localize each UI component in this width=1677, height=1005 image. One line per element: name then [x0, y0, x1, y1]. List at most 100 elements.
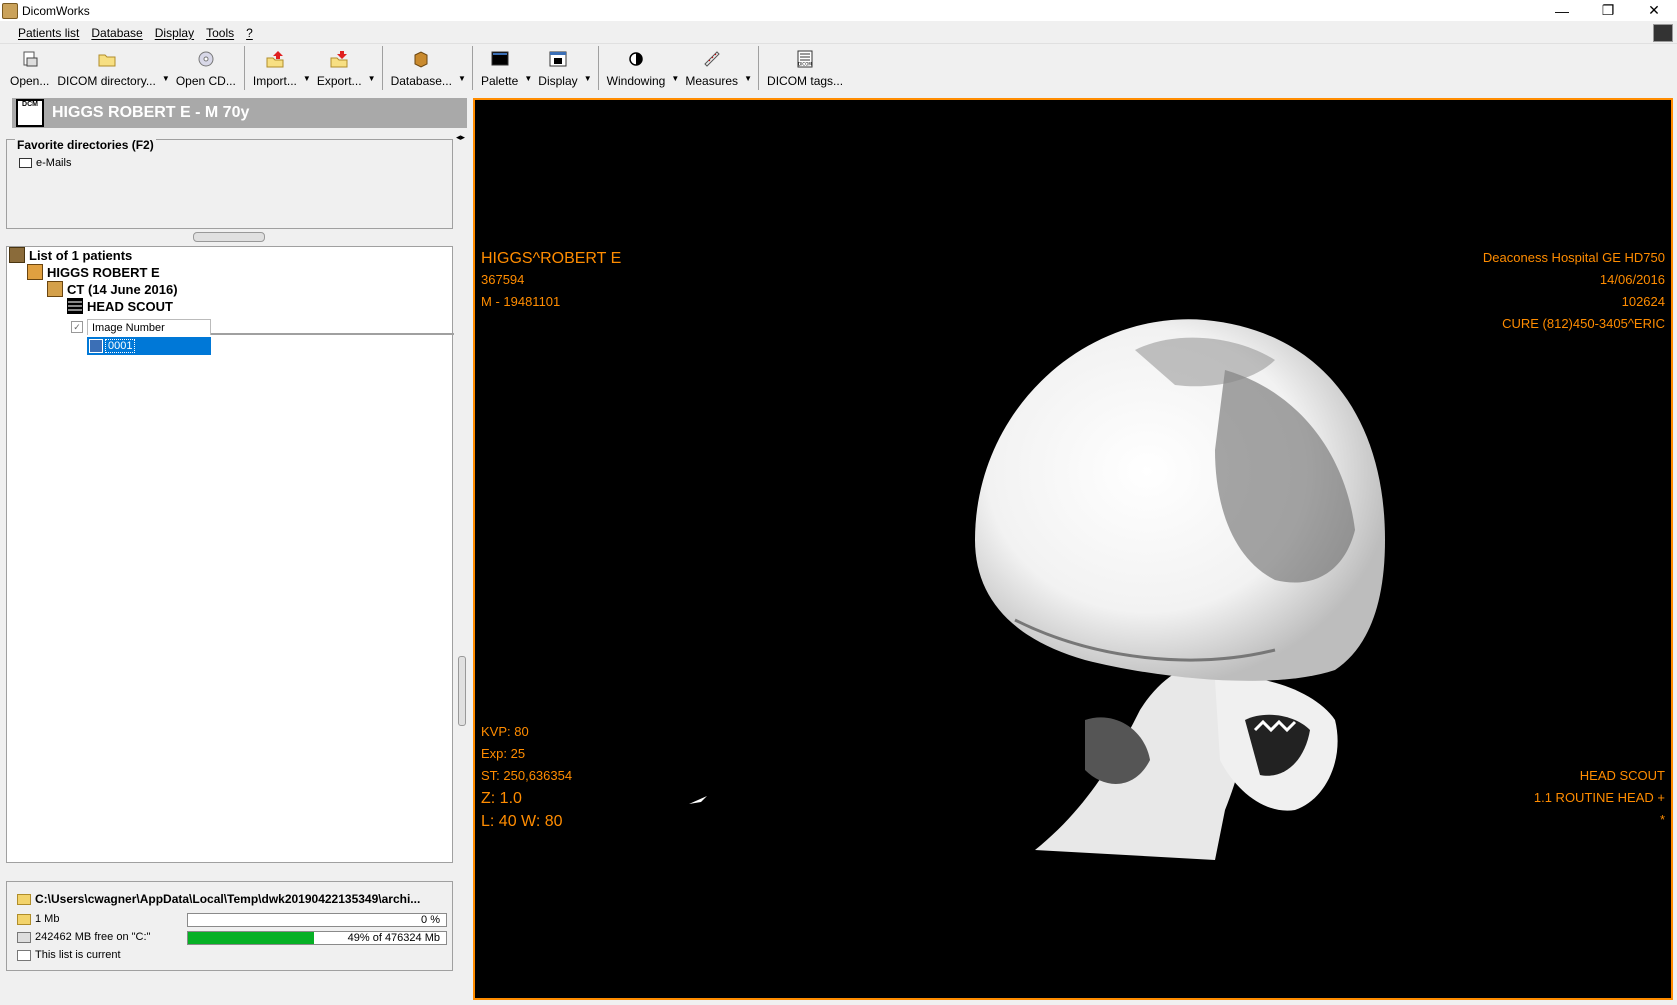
- horizontal-splitter[interactable]: [193, 232, 265, 242]
- menu-display[interactable]: Display: [149, 26, 200, 40]
- dicom-tags-label: DICOM tags...: [767, 74, 844, 88]
- drive-icon: [17, 931, 31, 943]
- size-text: 1 Mb: [35, 913, 60, 925]
- archive-path-text: C:\Users\cwagner\AppData\Local\Temp\dwk2…: [35, 892, 421, 906]
- windowing-button[interactable]: Windowing: [603, 45, 670, 91]
- palette-icon: [491, 50, 509, 68]
- overlay-physician: CURE (812)450-3405^ERIC: [1502, 316, 1665, 331]
- app-icon: [2, 2, 18, 19]
- tree-series[interactable]: HEAD SCOUT: [67, 298, 173, 314]
- tree-patient[interactable]: HIGGS ROBERT E: [27, 264, 160, 280]
- list-state-line: This list is current: [17, 949, 121, 961]
- collapse-panel-icon[interactable]: ◂▸: [456, 132, 465, 143]
- close-button[interactable]: ✕: [1631, 0, 1677, 21]
- column-header-image-number[interactable]: Image Number: [87, 319, 211, 335]
- dicom-directory-dropdown[interactable]: ▼: [160, 45, 172, 91]
- window-title: DicomWorks: [22, 3, 90, 18]
- display-dropdown[interactable]: ▼: [582, 45, 594, 91]
- measures-label: Measures: [685, 74, 739, 88]
- image-icon: [89, 339, 103, 353]
- patients-icon: [9, 247, 25, 263]
- favorite-item-emails[interactable]: e-Mails: [19, 157, 71, 169]
- status-panel: C:\Users\cwagner\AppData\Local\Temp\dwk2…: [6, 881, 453, 971]
- toolbar-separator: [243, 46, 245, 90]
- table-row[interactable]: 0001: [87, 337, 211, 355]
- study-icon: [47, 281, 63, 297]
- overlay-zoom: Z: 1.0: [481, 790, 522, 807]
- favorite-directories-legend: Favorite directories (F2): [15, 138, 156, 152]
- disk-progress-text: 49% of 476324 Mb: [347, 932, 440, 944]
- open-label: Open...: [10, 74, 50, 88]
- size-progress-text: 0 %: [421, 914, 440, 926]
- windowing-dropdown[interactable]: ▼: [669, 45, 681, 91]
- restore-button[interactable]: ❐: [1585, 0, 1631, 21]
- database-icon: [412, 50, 430, 68]
- database-label: Database...: [390, 74, 452, 88]
- vertical-splitter[interactable]: [458, 656, 466, 726]
- cd-icon: [197, 50, 215, 68]
- import-button[interactable]: Import...: [249, 45, 301, 91]
- database-button[interactable]: Database...: [387, 45, 456, 91]
- import-icon: [266, 50, 284, 68]
- display-button[interactable]: Display: [534, 45, 581, 91]
- dicom-tags-icon: DICOM: [796, 50, 814, 68]
- overlay-slice-thickness: ST: 250,636354: [481, 768, 573, 783]
- toolbar-separator: [471, 46, 473, 90]
- disk-line: 242462 MB free on "C:": [17, 931, 150, 943]
- import-dropdown[interactable]: ▼: [301, 45, 313, 91]
- archive-path: C:\Users\cwagner\AppData\Local\Temp\dwk2…: [17, 892, 420, 906]
- small-artifact-mark: [689, 796, 707, 804]
- favorite-directories-panel: Favorite directories (F2) e-Mails: [6, 138, 453, 229]
- export-button[interactable]: Export...: [313, 45, 366, 91]
- display-icon: [549, 50, 567, 68]
- size-progress-bar: 0 %: [187, 913, 447, 927]
- open-file-icon: [21, 50, 39, 68]
- image-number-cell: 0001: [105, 339, 136, 353]
- patient-header: DCM HIGGS ROBERT E - M 70y: [12, 98, 467, 128]
- app-logo-icon[interactable]: [1653, 24, 1673, 42]
- tree-study-label: CT (14 June 2016): [67, 281, 178, 297]
- open-cd-label: Open CD...: [175, 74, 236, 88]
- title-bar: DicomWorks — ❐ ✕: [0, 0, 1677, 21]
- overlay-protocol: 1.1 ROUTINE HEAD +: [1533, 790, 1665, 805]
- tree-patient-label: HIGGS ROBERT E: [47, 264, 160, 280]
- export-icon: [330, 50, 348, 68]
- size-line: 1 Mb: [17, 913, 59, 925]
- overlay-patient-id: 367594: [481, 272, 525, 287]
- overlay-patient-name: HIGGS^ROBERT E: [481, 250, 622, 267]
- dicom-tags-icon-caption: DICOM: [798, 62, 812, 67]
- menu-database[interactable]: Database: [85, 26, 148, 40]
- display-label: Display: [538, 74, 578, 88]
- minimize-button[interactable]: —: [1539, 0, 1585, 21]
- palette-button[interactable]: Palette: [477, 45, 522, 91]
- import-label: Import...: [252, 74, 297, 88]
- overlay-window-level: L: 40 W: 80: [481, 813, 563, 830]
- dicom-directory-button[interactable]: DICOM directory...: [53, 45, 159, 91]
- menu-tools[interactable]: Tools: [200, 26, 240, 40]
- open-cd-button[interactable]: Open CD...: [172, 45, 240, 91]
- database-dropdown[interactable]: ▼: [456, 45, 468, 91]
- menu-help[interactable]: ?: [240, 26, 259, 40]
- toolbar-separator: [381, 46, 383, 90]
- list-state-text: This list is current: [35, 949, 121, 961]
- select-all-checkbox[interactable]: ✓: [71, 321, 83, 333]
- folder-icon: [17, 893, 31, 905]
- left-panel: DCM HIGGS ROBERT E - M 70y Favorite dire…: [0, 96, 467, 1005]
- measures-button[interactable]: Measures: [681, 45, 742, 91]
- overlay-kvp: KVP: 80: [481, 724, 529, 739]
- dicom-tags-button[interactable]: DICOM DICOM tags...: [763, 45, 847, 91]
- image-viewer[interactable]: HIGGS^ROBERT E 367594 M - 19481101 Deaco…: [473, 98, 1673, 1000]
- envelope-icon: [19, 158, 32, 168]
- export-dropdown[interactable]: ▼: [366, 45, 378, 91]
- overlay-study-time: 102624: [1621, 294, 1665, 309]
- tree-study[interactable]: CT (14 June 2016): [47, 281, 178, 297]
- palette-dropdown[interactable]: ▼: [522, 45, 534, 91]
- tree-root-label: List of 1 patients: [29, 247, 133, 263]
- tree-root[interactable]: List of 1 patients: [9, 247, 132, 263]
- menu-patients-list[interactable]: Patients list: [12, 26, 85, 40]
- measures-dropdown[interactable]: ▼: [742, 45, 754, 91]
- overlay-exposure: Exp: 25: [481, 746, 526, 761]
- overlay-institution: Deaconess Hospital GE HD750: [1482, 250, 1665, 265]
- favorite-item-label: e-Mails: [36, 157, 72, 169]
- open-button[interactable]: Open...: [6, 45, 53, 91]
